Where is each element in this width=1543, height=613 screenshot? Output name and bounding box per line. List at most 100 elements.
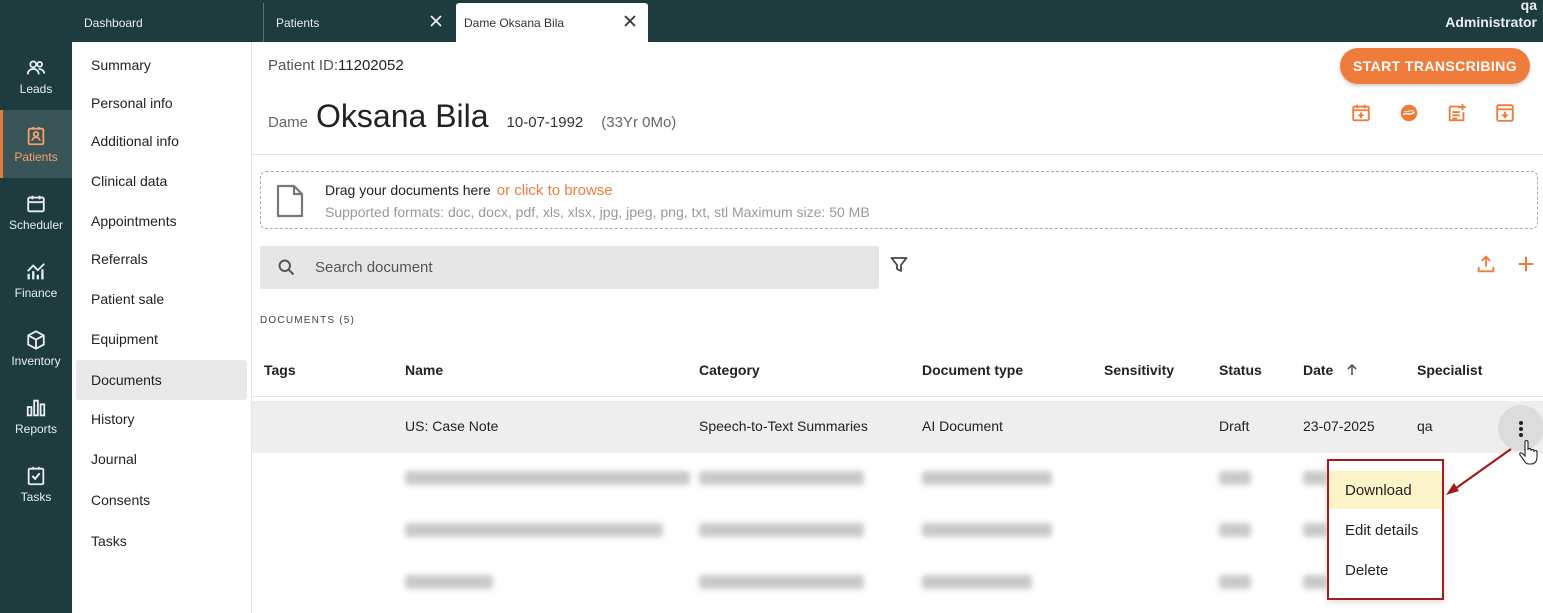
blurred-cell xyxy=(1219,471,1251,485)
kebab-dot xyxy=(1519,421,1523,425)
sort-ascending-icon xyxy=(1347,363,1357,375)
header-divider xyxy=(252,154,1543,155)
document-dropzone[interactable]: Drag your documents here or click to brow… xyxy=(260,171,1538,229)
cell-status: Draft xyxy=(1219,418,1250,434)
file-icon xyxy=(276,184,304,218)
rail-item-tasks[interactable]: Tasks xyxy=(0,450,72,518)
subnav-item-patient-sale[interactable]: Patient sale xyxy=(76,279,247,319)
tab-label: Patients xyxy=(276,15,320,30)
tab-dashboard[interactable]: Dashboard xyxy=(72,3,262,42)
column-header-tags[interactable]: Tags xyxy=(264,362,296,378)
column-header-document-type[interactable]: Document type xyxy=(922,362,1023,378)
blurred-cell xyxy=(1303,523,1327,537)
rail-label: Reports xyxy=(14,421,58,436)
transcribe-icon[interactable] xyxy=(1398,102,1420,124)
tab-patients[interactable]: Patients xyxy=(263,3,454,42)
documents-count: DOCUMENTS (5) xyxy=(260,315,356,326)
rail-item-inventory[interactable]: Inventory xyxy=(0,314,72,382)
rail-label: Leads xyxy=(19,81,53,96)
column-header-category[interactable]: Category xyxy=(699,362,760,378)
rail-item-scheduler[interactable]: Scheduler xyxy=(0,178,72,246)
blurred-cell xyxy=(1219,523,1251,537)
row-actions-button[interactable] xyxy=(1498,405,1543,451)
menu-item-download[interactable]: Download xyxy=(1329,471,1442,509)
user-role: Administrator xyxy=(1445,14,1537,30)
rail-item-patients[interactable]: Patients xyxy=(0,110,72,178)
subnav-item-documents[interactable]: Documents xyxy=(76,360,247,400)
subnav-item-tasks[interactable]: Tasks xyxy=(76,521,247,561)
subnav-item-history[interactable]: History xyxy=(76,399,247,439)
column-header-name[interactable]: Name xyxy=(405,362,443,378)
column-header-specialist[interactable]: Specialist xyxy=(1417,362,1482,378)
blurred-cell xyxy=(922,575,1032,589)
blurred-cell xyxy=(699,575,864,589)
tab-patient-record[interactable]: Dame Oksana Bila xyxy=(456,3,648,42)
cell-name: US: Case Note xyxy=(405,418,499,434)
rail-item-finance[interactable]: Finance xyxy=(0,246,72,314)
subnav-item-summary[interactable]: Summary xyxy=(76,45,247,85)
dropzone-text: Drag your documents here or click to brow… xyxy=(325,182,613,199)
close-icon[interactable] xyxy=(428,13,444,29)
subnav-item-equipment[interactable]: Equipment xyxy=(76,319,247,359)
subnav-item-additional-info[interactable]: Additional info xyxy=(76,121,247,161)
blurred-cell xyxy=(1303,575,1327,589)
subnav-item-personal-info[interactable]: Personal info xyxy=(76,83,247,123)
rail-item-reports[interactable]: Reports xyxy=(0,382,72,450)
tab-label: Dame Oksana Bila xyxy=(464,15,565,30)
patient-id-label: Patient ID: xyxy=(268,57,339,74)
tab-label: Dashboard xyxy=(84,15,143,30)
subnav-item-clinical-data[interactable]: Clinical data xyxy=(76,161,247,201)
cell-category: Speech-to-Text Summaries xyxy=(699,418,868,434)
subnav-item-journal[interactable]: Journal xyxy=(76,439,247,479)
blurred-cell xyxy=(699,471,864,485)
patient-subnav: Summary Personal info Additional info Cl… xyxy=(72,42,252,613)
column-header-status[interactable]: Status xyxy=(1219,362,1262,378)
patient-card-icon xyxy=(27,126,45,145)
browse-link[interactable]: or click to browse xyxy=(497,182,613,199)
upload-icon[interactable] xyxy=(1475,253,1497,275)
patient-header: Dame Oksana Bila 10-07-1992 (33Yr 0Mo) xyxy=(268,98,676,135)
archive-download-icon[interactable] xyxy=(1494,102,1516,124)
patient-name: Oksana Bila xyxy=(316,98,489,134)
row-actions-menu: Download Edit details Delete xyxy=(1327,459,1444,600)
blurred-cell xyxy=(699,523,864,537)
filter-icon[interactable] xyxy=(889,255,909,275)
search-icon xyxy=(278,259,295,276)
patient-prefix: Dame xyxy=(268,114,309,131)
calendar-icon xyxy=(27,195,45,212)
subnav-item-appointments[interactable]: Appointments xyxy=(76,201,247,241)
blurred-cell xyxy=(1303,471,1327,485)
bar-chart-icon xyxy=(26,399,46,416)
note-add-icon[interactable] xyxy=(1446,102,1468,124)
patient-age: (33Yr 0Mo) xyxy=(601,114,677,131)
document-search xyxy=(260,246,879,289)
top-tab-bar: Dashboard Patients Dame Oksana Bila qa A… xyxy=(0,0,1543,42)
rail-label: Tasks xyxy=(20,489,52,504)
table-row[interactable]: US: Case Note Speech-to-Text Summaries A… xyxy=(252,401,1543,453)
subnav-item-referrals[interactable]: Referrals xyxy=(76,239,247,279)
close-icon[interactable] xyxy=(622,13,638,29)
cell-date: 23-07-2025 xyxy=(1303,418,1375,434)
add-icon[interactable] xyxy=(1515,253,1537,275)
rail-label: Inventory xyxy=(11,353,61,368)
patient-id: Patient ID:11202052 xyxy=(268,57,404,74)
rail-label: Scheduler xyxy=(8,217,64,232)
start-transcribing-button[interactable]: START TRANSCRIBING xyxy=(1340,48,1530,84)
column-header-sensitivity[interactable]: Sensitivity xyxy=(1104,362,1174,378)
menu-item-edit-details[interactable]: Edit details xyxy=(1329,511,1442,549)
column-header-date-label: Date xyxy=(1303,362,1334,378)
calendar-add-icon[interactable] xyxy=(1350,102,1372,124)
patient-dob: 10-07-1992 xyxy=(506,114,584,131)
user-menu[interactable]: qa Administrator xyxy=(1445,0,1537,31)
column-header-date[interactable]: Date xyxy=(1303,362,1359,378)
subnav-item-consents[interactable]: Consents xyxy=(76,480,247,520)
menu-item-delete[interactable]: Delete xyxy=(1329,551,1442,589)
cell-specialist: qa xyxy=(1417,418,1433,434)
patient-actions xyxy=(1350,102,1542,124)
rail-item-leads[interactable]: Leads xyxy=(0,42,72,110)
search-input[interactable] xyxy=(315,256,855,278)
checklist-icon xyxy=(27,466,45,485)
user-name: qa xyxy=(1520,0,1537,13)
blurred-cell xyxy=(922,471,1052,485)
main-nav-rail: Leads Patients Scheduler Finance Invento… xyxy=(0,42,72,613)
